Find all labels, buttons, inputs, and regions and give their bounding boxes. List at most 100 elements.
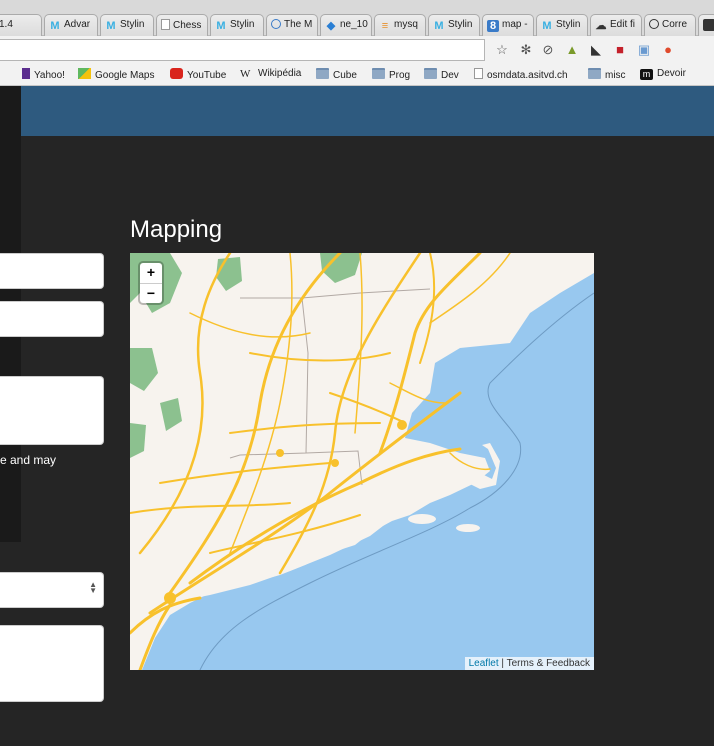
- stack-icon: ≡: [381, 20, 389, 32]
- browser-tab[interactable]: [698, 14, 714, 36]
- browser-tab[interactable]: M Advar: [44, 14, 98, 36]
- tab-label: mysq: [394, 19, 418, 30]
- github-icon: [649, 19, 659, 29]
- extension-icon[interactable]: ▲: [564, 42, 580, 58]
- folder-icon: [424, 68, 437, 79]
- tab-label: The M: [284, 19, 313, 30]
- bookmark-google-maps[interactable]: Google Maps: [78, 68, 154, 81]
- bookmark-wikipedia[interactable]: W Wikipédia: [240, 68, 301, 80]
- browser-tab[interactable]: M Stylin: [536, 14, 588, 36]
- browser-tab[interactable]: ☁ Edit fi: [590, 14, 642, 36]
- folder-icon: [316, 68, 329, 79]
- folder-icon: [372, 68, 385, 79]
- zoom-out-button[interactable]: −: [140, 283, 162, 303]
- city-node: [276, 449, 284, 457]
- select-field[interactable]: ▲ ▼: [0, 572, 104, 608]
- bookmark-label: Cube: [333, 70, 357, 81]
- tab-label: Stylin: [230, 19, 255, 30]
- tab-label: Stylin: [556, 19, 581, 30]
- browser-tab[interactable]: Corre: [644, 14, 696, 36]
- browser-tab[interactable]: The M: [266, 14, 318, 36]
- screen: 1.4 M Advar M Stylin Chess M Stylin The M ◆…: [0, 0, 714, 746]
- medium-icon: M: [216, 20, 226, 32]
- browser-tab[interactable]: Chess: [156, 14, 208, 36]
- zoom-in-button[interactable]: +: [140, 263, 162, 283]
- tab-label: Stylin: [448, 19, 473, 30]
- section-title: Mapping: [130, 216, 223, 243]
- bookmark-folder-misc[interactable]: misc: [588, 68, 626, 81]
- bookmark-folder-prog[interactable]: Prog: [372, 68, 410, 81]
- extension-icon[interactable]: ▣: [636, 42, 652, 58]
- app-icon: [703, 19, 714, 31]
- yahoo-icon: [22, 68, 30, 79]
- globe-icon: [271, 19, 281, 29]
- extension-icon[interactable]: ◣: [588, 42, 604, 58]
- wikipedia-icon: W: [240, 68, 251, 80]
- text-field[interactable]: [0, 301, 104, 337]
- browser-tab-strip: 1.4 M Advar M Stylin Chess M Stylin The M ◆…: [0, 0, 714, 36]
- city-node: [331, 459, 339, 467]
- document-icon: [161, 19, 170, 30]
- gear-icon[interactable]: ✻: [518, 42, 534, 58]
- textarea-field[interactable]: [0, 376, 104, 445]
- diamond-icon: ◆: [326, 20, 336, 32]
- bookmark-label: Devoir: [657, 68, 686, 79]
- browser-tab[interactable]: ◆ ne_10: [320, 14, 372, 36]
- medium-icon: M: [434, 20, 444, 32]
- text-field[interactable]: [0, 253, 104, 289]
- land-area: [456, 524, 480, 532]
- city-node: [164, 592, 176, 604]
- browser-toolbar: [0, 36, 714, 64]
- leaflet-link[interactable]: Leaflet: [469, 658, 499, 669]
- select-arrows-icon: ▲ ▼: [89, 580, 97, 595]
- bookmark-label: Yahoo!: [34, 70, 65, 81]
- bookmark-label: Wikipédia: [258, 68, 302, 79]
- folder-icon: [588, 68, 601, 79]
- browser-tab[interactable]: ≡ mysq: [374, 14, 426, 36]
- tab-label: Corre: [662, 19, 688, 30]
- cloud-icon: ☁: [595, 20, 607, 32]
- site-header: [0, 86, 714, 136]
- medium-icon: M: [542, 20, 552, 32]
- bookmark-yahoo[interactable]: Yahoo!: [22, 68, 65, 81]
- bookmark-label: YouTube: [187, 70, 227, 81]
- textarea-field[interactable]: [0, 625, 104, 702]
- land-area: [408, 514, 436, 524]
- bookmark-osmdata[interactable]: osmdata.asitvd.ch: [474, 68, 568, 81]
- bookmark-label: Dev: [441, 70, 459, 81]
- bookmark-devoir[interactable]: m Devoir: [640, 68, 686, 80]
- sync-icon[interactable]: ⊘: [540, 42, 556, 58]
- map-view[interactable]: + − Leaflet | Terms & Feedback: [130, 253, 594, 670]
- browser-tab[interactable]: M Stylin: [428, 14, 480, 36]
- tab-label: Advar: [64, 19, 91, 30]
- terms-link[interactable]: Terms & Feedback: [507, 658, 590, 669]
- youtube-icon: [170, 68, 183, 79]
- bookmark-folder-cube[interactable]: Cube: [316, 68, 357, 81]
- bookmark-label: misc: [605, 70, 626, 81]
- bookmark-folder-dev[interactable]: Dev: [424, 68, 459, 81]
- bookmark-label: Prog: [389, 70, 411, 81]
- star-icon[interactable]: ☆: [494, 42, 510, 58]
- browser-tab[interactable]: 1.4: [0, 14, 42, 36]
- google-icon: 8: [487, 20, 499, 32]
- bookmark-label: osmdata.asitvd.ch: [487, 70, 568, 81]
- extension-icon[interactable]: ■: [612, 42, 628, 58]
- map-attribution: Leaflet | Terms & Feedback: [464, 657, 594, 670]
- browser-tab[interactable]: M Stylin: [210, 14, 264, 36]
- browser-tab[interactable]: M Stylin: [100, 14, 154, 36]
- maps-icon: [78, 68, 91, 79]
- city-node: [397, 420, 407, 430]
- bookmarks-bar: Yahoo! Google Maps YouTube W Wikipédia Cu…: [0, 64, 714, 86]
- bookmark-youtube[interactable]: YouTube: [170, 68, 226, 81]
- tab-label: Edit fi: [610, 19, 636, 30]
- tab-label: map -: [502, 19, 528, 30]
- attribution-separator: |: [498, 658, 507, 669]
- m-icon: m: [640, 69, 653, 80]
- page-icon: [474, 68, 483, 79]
- tab-label: ne_10: [340, 19, 368, 30]
- extension-icon[interactable]: ●: [660, 42, 676, 58]
- map-tiles: [130, 253, 594, 670]
- medium-icon: M: [106, 20, 116, 32]
- address-bar[interactable]: [0, 39, 485, 61]
- browser-tab[interactable]: 8 map -: [482, 14, 534, 36]
